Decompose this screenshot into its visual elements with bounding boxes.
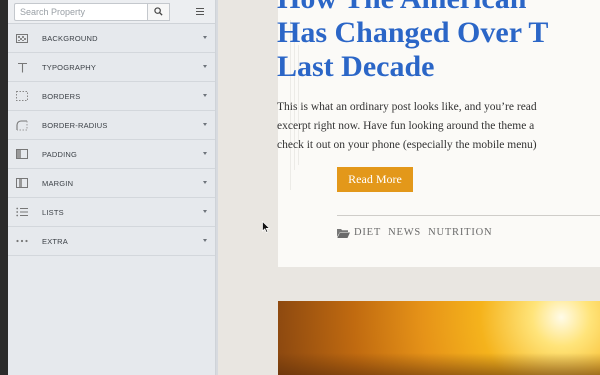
- chevron-down-icon: [203, 123, 207, 126]
- group-label-lists: LISTS: [42, 207, 64, 217]
- style-editor-panel: BACKGROUND TYPOGRAPHY BORDERS BORDER-RAD…: [8, 0, 216, 375]
- group-extra[interactable]: EXTRA: [8, 227, 215, 256]
- padding-icon: [14, 147, 30, 161]
- tag-nutrition[interactable]: NUTRITION: [428, 227, 492, 238]
- group-label-padding: PADDING: [42, 149, 78, 159]
- window-edge: [0, 0, 8, 375]
- group-borders[interactable]: BORDERS: [8, 82, 215, 111]
- property-search-bar: [8, 0, 215, 24]
- site-preview: How The American Has Changed Over T Last…: [218, 0, 600, 375]
- border-radius-icon: [14, 118, 30, 132]
- post-title-line: Last Decade: [277, 50, 435, 83]
- typography-icon: [14, 60, 30, 74]
- tag-news[interactable]: NEWS: [388, 227, 421, 238]
- tag-diet[interactable]: DIET: [354, 227, 381, 238]
- chevron-down-icon: [203, 239, 207, 242]
- borders-icon: [14, 89, 30, 103]
- folder-open-icon: [337, 228, 350, 238]
- search-property-input[interactable]: [14, 2, 148, 21]
- post-title-line: Has Changed Over T: [277, 16, 549, 49]
- chevron-down-icon: [203, 65, 207, 68]
- post-title[interactable]: How The American Has Changed Over T Last…: [277, 0, 600, 84]
- group-label-border-radius: BORDER-RADIUS: [42, 120, 108, 130]
- excerpt-line: This is what an ordinary post looks like…: [277, 101, 537, 113]
- read-more-button[interactable]: Read More: [337, 167, 413, 192]
- post-excerpt: This is what an ordinary post looks like…: [277, 98, 600, 155]
- group-label-extra: EXTRA: [42, 236, 69, 246]
- panel-menu-button[interactable]: [192, 4, 208, 20]
- background-icon: [14, 31, 30, 45]
- post-tags: DIET NEWS NUTRITION: [337, 227, 492, 238]
- group-label-borders: BORDERS: [42, 91, 81, 101]
- excerpt-line: check it out on your phone (especially t…: [277, 139, 537, 151]
- chevron-down-icon: [203, 94, 207, 97]
- hamburger-icon: [196, 8, 204, 15]
- group-label-typography: TYPOGRAPHY: [42, 62, 97, 72]
- search-icon: [154, 7, 163, 16]
- group-margin[interactable]: MARGIN: [8, 169, 215, 198]
- chevron-down-icon: [203, 181, 207, 184]
- group-label-margin: MARGIN: [42, 178, 74, 188]
- search-button[interactable]: [148, 2, 170, 21]
- lists-icon: [14, 205, 30, 219]
- group-padding[interactable]: PADDING: [8, 140, 215, 169]
- chevron-down-icon: [203, 36, 207, 39]
- group-label-background: BACKGROUND: [42, 33, 98, 43]
- group-background[interactable]: BACKGROUND: [8, 24, 215, 53]
- featured-image-clouds: [278, 353, 600, 375]
- chevron-down-icon: [203, 152, 207, 155]
- post-divider: [337, 215, 600, 216]
- group-border-radius[interactable]: BORDER-RADIUS: [8, 111, 215, 140]
- chevron-down-icon: [203, 210, 207, 213]
- group-lists[interactable]: LISTS: [8, 198, 215, 227]
- group-typography[interactable]: TYPOGRAPHY: [8, 53, 215, 82]
- post-title-line: How The American: [277, 0, 600, 16]
- mouse-cursor-icon: [262, 221, 270, 233]
- extra-icon: [14, 234, 30, 248]
- margin-icon: [14, 176, 30, 190]
- post-featured-image[interactable]: [278, 301, 600, 375]
- excerpt-line: excerpt right now. Have fun looking arou…: [277, 120, 535, 132]
